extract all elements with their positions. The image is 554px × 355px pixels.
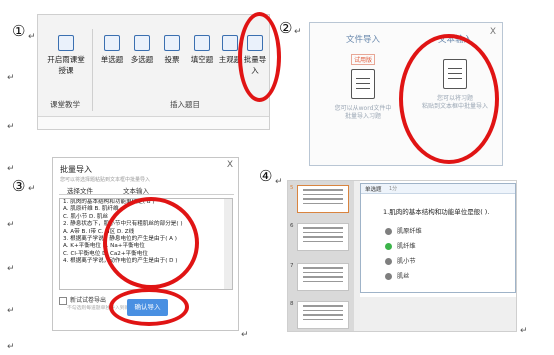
paragraph-mark: ↵ [294, 27, 302, 37]
multi-choice-button[interactable]: 多选题 [127, 35, 157, 65]
result-slide-view: 5 6 7 8 单选题 1分 1.肌肉的基本结构和功能单位是般( ). 肌原纤维… [287, 180, 517, 332]
option-text: 肌原纤维 [397, 228, 422, 235]
fill-blank-button[interactable]: 填空题 [187, 35, 217, 65]
slide-thumbnail[interactable] [297, 263, 349, 291]
start-lesson-button[interactable]: 开启雨课堂授课 [44, 35, 88, 76]
paragraph-mark: ↵ [7, 342, 15, 352]
multi-choice-icon [134, 35, 150, 51]
close-icon[interactable]: X [227, 160, 233, 170]
fill-blank-icon [194, 35, 210, 51]
step-number-4: ④ [259, 167, 273, 185]
subjective-icon [222, 35, 238, 51]
slide-thumbnail[interactable] [297, 185, 349, 213]
trial-badge: 试用版 [350, 54, 375, 65]
tab-text-input[interactable]: 文本输入 [123, 185, 149, 195]
ribbon-bottom-bar [38, 116, 269, 129]
paragraph-mark: ↵ [7, 264, 15, 274]
option-a[interactable]: 肌原纤维 [385, 226, 422, 235]
slide-number: 5 [290, 185, 294, 191]
slide-number: 7 [290, 263, 294, 269]
slide-number: 8 [290, 301, 294, 307]
paragraph-mark: ↵ [28, 184, 36, 194]
tab-select-file[interactable]: 选择文件 [67, 185, 93, 195]
new-paper-checkbox[interactable] [59, 296, 67, 305]
option-d[interactable]: 肌丝 [385, 271, 409, 280]
group-label-teaching: 课堂教学 [50, 100, 80, 109]
highlight-ring [399, 34, 499, 164]
highlight-ring [103, 197, 199, 289]
paragraph-mark: ↵ [7, 164, 15, 174]
highlight-ring [109, 288, 189, 326]
ribbon-separator [92, 29, 93, 111]
ribbon-screenshot: 开启雨课堂授课 单选题 多选题 投票 填空题 主观题 批量导入 课堂教学 插入题… [37, 14, 270, 130]
paragraph-mark: ↵ [7, 122, 15, 132]
correct-option-dot-icon [385, 242, 392, 250]
upload-document-icon [351, 69, 375, 99]
paragraph-mark: ↵ [7, 306, 15, 316]
slide-thumbnail[interactable] [297, 223, 349, 251]
multi-choice-label: 多选题 [130, 55, 154, 64]
scrollbar[interactable] [224, 199, 232, 289]
file-import-option[interactable]: 文件导入 试用版 您可以从word文件中 批量导入习题 [323, 33, 403, 121]
slide-thumbnail-list: 5 6 7 8 [288, 181, 354, 331]
checkbox-label: 新试试卷导出 [70, 297, 107, 304]
option-dot-icon [385, 272, 392, 280]
dialog-subtitle: 您可以将选择题粘贴到文本框中批量导入 [60, 177, 151, 183]
file-import-desc: 批量导入习题 [344, 113, 381, 120]
option-dot-icon [385, 257, 392, 265]
step-number-2: ② [279, 19, 293, 37]
paragraph-mark: ↵ [7, 220, 15, 230]
slide-header: 单选题 1分 [361, 184, 515, 194]
notes-area [360, 297, 516, 331]
vote-button[interactable]: 投票 [157, 35, 187, 65]
tab-bar: 选择文件 文本输入 [59, 184, 234, 195]
fill-blank-label: 填空题 [190, 55, 214, 64]
option-text: 肌小节 [397, 258, 416, 265]
question-text: 1.肌肉的基本结构和功能单位是般( ). [383, 208, 490, 216]
option-dot-icon [385, 227, 392, 235]
question-score: 1分 [389, 186, 398, 192]
presentation-icon [58, 35, 74, 51]
group-label-insert: 插入题目 [170, 100, 200, 109]
paragraph-mark: ↵ [275, 177, 283, 187]
option-c[interactable]: 肌小节 [385, 256, 416, 265]
step-number-3: ③ [12, 177, 26, 195]
option-text: 肌纤维 [397, 243, 416, 250]
paragraph-mark: ↵ [520, 326, 528, 336]
question-slide: 单选题 1分 1.肌肉的基本结构和功能单位是般( ). 肌原纤维 肌纤维 肌小节… [360, 183, 516, 293]
option-text: 肌丝 [397, 273, 410, 280]
slide-thumbnail[interactable] [297, 301, 349, 329]
dialog-title: 批量导入 [60, 165, 92, 174]
question-type-badge: 单选题 [365, 187, 382, 193]
file-import-desc: 您可以从word文件中 [334, 105, 392, 112]
single-choice-icon [104, 35, 120, 51]
paragraph-mark: ↵ [7, 73, 15, 83]
single-choice-label: 单选题 [100, 55, 124, 64]
paragraph-mark: ↵ [241, 330, 249, 340]
vote-chart-icon [164, 35, 180, 51]
highlight-ring [238, 12, 281, 102]
start-lesson-label: 开启雨课堂授课 [47, 55, 85, 75]
paragraph-mark: ↵ [28, 32, 36, 42]
slide-number: 6 [290, 223, 294, 229]
vote-label: 投票 [164, 55, 180, 64]
single-choice-button[interactable]: 单选题 [97, 35, 127, 65]
file-import-title: 文件导入 [345, 35, 380, 45]
step-number-1: ① [12, 22, 26, 40]
option-b[interactable]: 肌纤维 [385, 241, 416, 250]
